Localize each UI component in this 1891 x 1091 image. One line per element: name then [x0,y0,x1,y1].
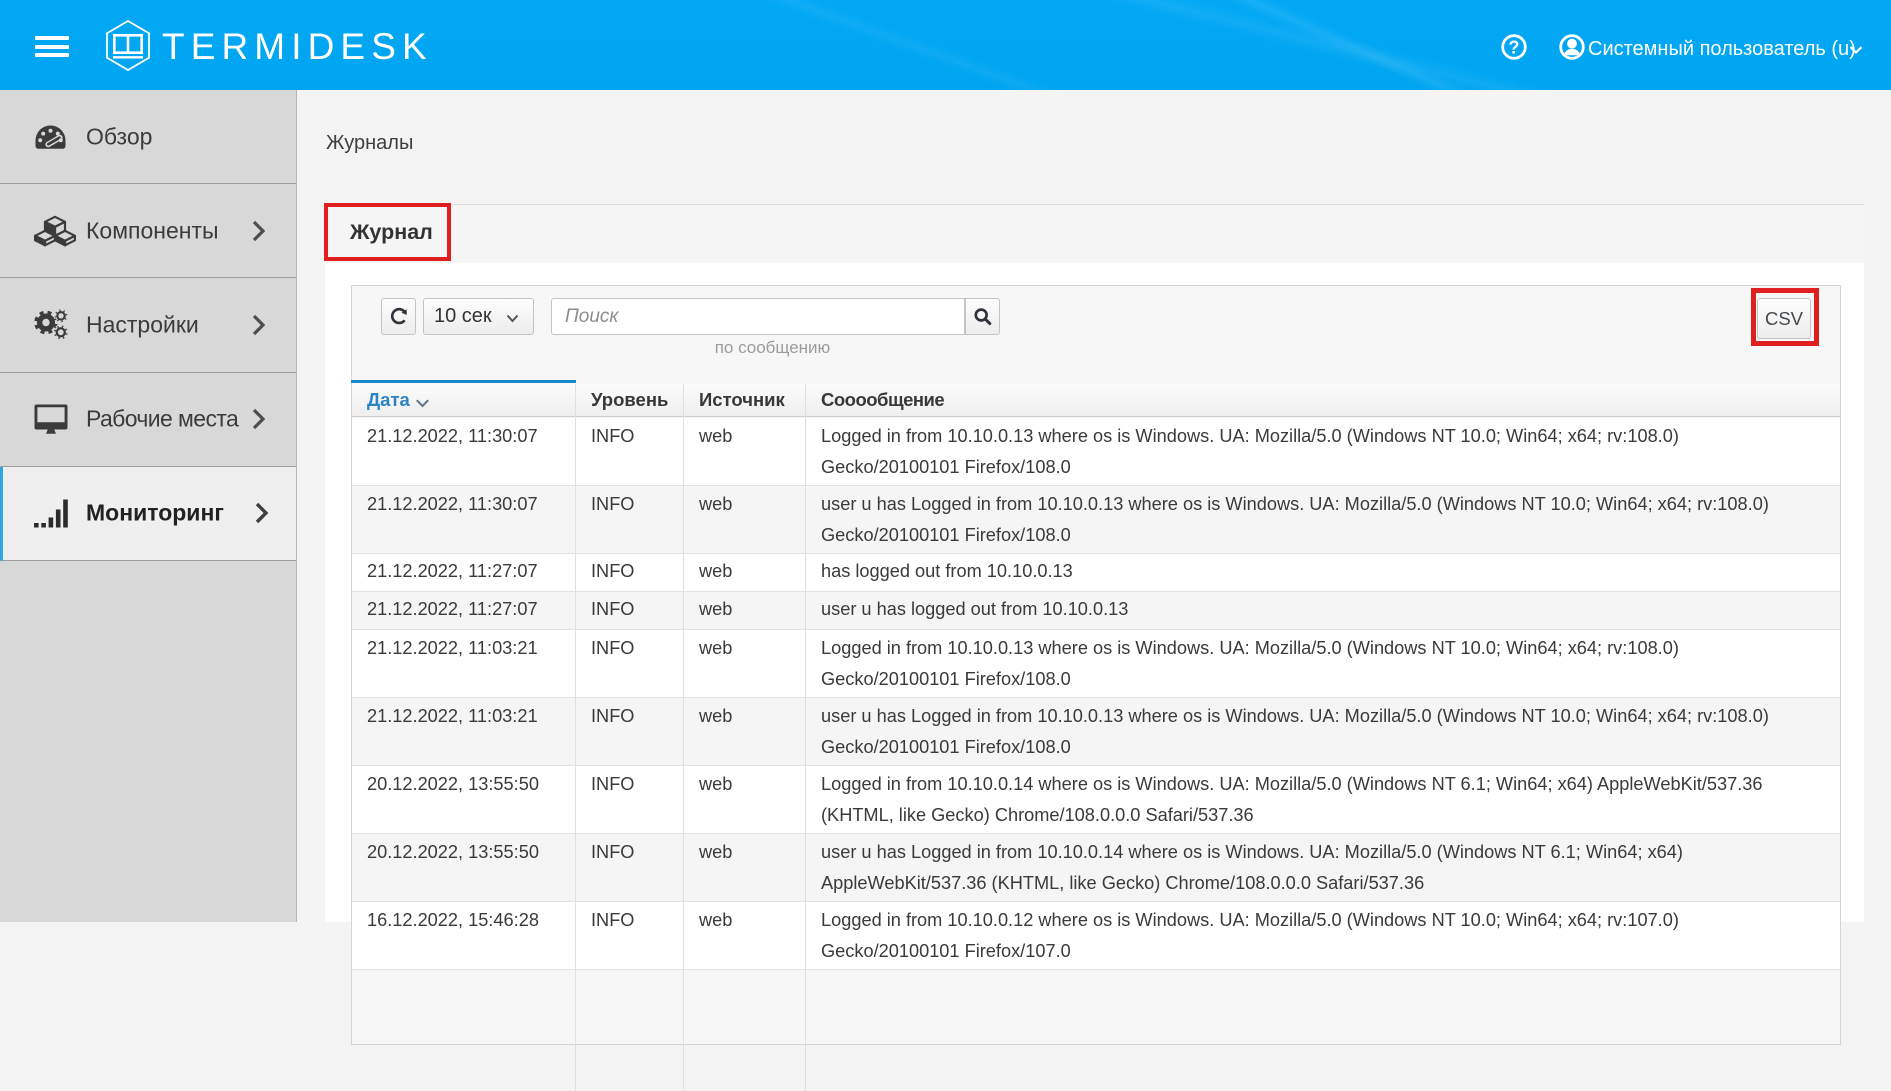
svg-text:?: ? [1509,38,1520,58]
